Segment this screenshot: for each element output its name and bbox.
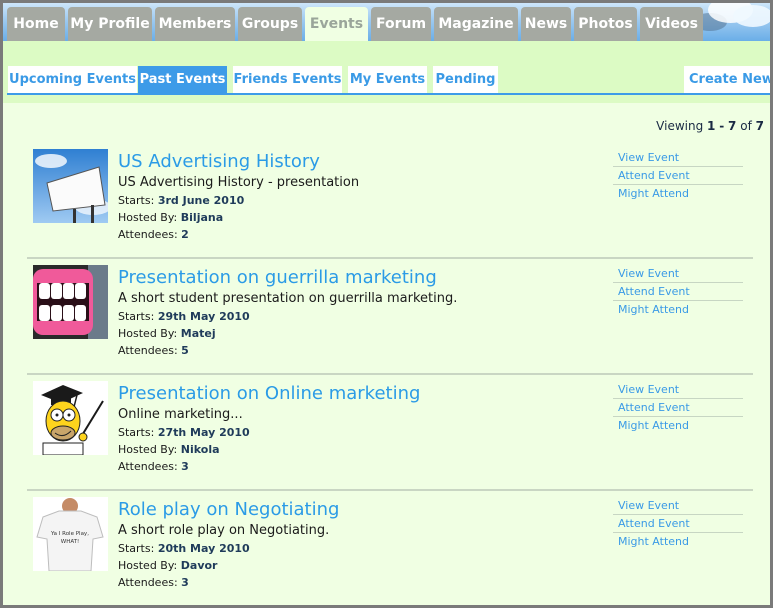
event-attendees: Attendees: 3: [118, 576, 189, 589]
top-navigation: Home My Profile Members Groups Events Fo…: [3, 3, 770, 41]
nav-tab-magazine[interactable]: Magazine: [434, 7, 518, 41]
nav-tab-my-profile[interactable]: My Profile: [68, 7, 152, 41]
nav-tab-members[interactable]: Members: [155, 7, 235, 41]
event-start-date: Starts: 27th May 2010: [118, 426, 250, 439]
event-title-link[interactable]: Presentation on Online marketing: [118, 383, 420, 404]
tab-upcoming-events[interactable]: Upcoming Events: [8, 66, 137, 93]
view-event-link[interactable]: View Event: [613, 149, 743, 167]
viewing-separator: -: [719, 119, 725, 133]
tab-past-events[interactable]: Past Events: [138, 66, 227, 93]
event-actions: View Event Attend Event Might Attend: [613, 381, 743, 435]
event-host: Hosted By: Davor: [118, 559, 218, 572]
event-description: Online marketing...: [118, 407, 243, 422]
tshirt-image: Ya I Role Play, WHAT!: [33, 497, 108, 571]
event-description: US Advertising History - presentation: [118, 175, 360, 190]
attend-event-link[interactable]: Attend Event: [613, 283, 743, 301]
tshirt-slogan-line1: Ya I Role Play,: [50, 531, 89, 537]
tab-pending[interactable]: Pending: [433, 66, 498, 93]
nav-tab-groups[interactable]: Groups: [238, 7, 302, 41]
events-page: Home My Profile Members Groups Events Fo…: [0, 0, 773, 608]
view-event-link[interactable]: View Event: [613, 265, 743, 283]
create-new-event-button[interactable]: Create New: [684, 66, 770, 93]
event-start-date: Starts: 20th May 2010: [118, 542, 250, 555]
event-row: Presentation on Online marketing Online …: [27, 375, 753, 491]
event-thumbnail-cartoon[interactable]: [33, 381, 108, 455]
event-attendees: Attendees: 5: [118, 344, 189, 357]
event-row: US Advertising History US Advertising Hi…: [27, 143, 753, 259]
event-row: Ya I Role Play, WHAT! Role play on Negot…: [27, 491, 753, 605]
attend-event-link[interactable]: Attend Event: [613, 399, 743, 417]
nav-tab-videos[interactable]: Videos: [640, 7, 703, 41]
event-attendees: Attendees: 3: [118, 460, 189, 473]
viewing-of: of: [740, 119, 752, 133]
event-title-link[interactable]: Role play on Negotiating: [118, 499, 339, 520]
nav-tab-news[interactable]: News: [521, 7, 571, 41]
tshirt-slogan-line2: WHAT!: [61, 539, 79, 545]
event-thumbnail-billboard[interactable]: [33, 149, 108, 223]
event-host: Hosted By: Biljana: [118, 211, 224, 224]
viewing-to: 7: [728, 119, 737, 133]
viewing-from: 1: [707, 119, 716, 133]
cartoon-professor-image: [33, 381, 108, 455]
nav-tab-photos[interactable]: Photos: [574, 7, 637, 41]
view-event-link[interactable]: View Event: [613, 381, 743, 399]
event-thumbnail-teeth[interactable]: [33, 265, 108, 339]
billboard-image: [33, 149, 108, 223]
event-host: Hosted By: Matej: [118, 327, 216, 340]
event-attendees: Attendees: 2: [118, 228, 189, 241]
might-attend-link[interactable]: Might Attend: [613, 417, 743, 435]
sky-cloud: [733, 5, 770, 27]
event-title-link[interactable]: US Advertising History: [118, 151, 320, 172]
teeth-image: [33, 265, 108, 339]
pagination-info: Viewing 1 - 7 of 7: [656, 119, 764, 133]
event-description: A short student presentation on guerrill…: [118, 291, 458, 306]
attend-event-link[interactable]: Attend Event: [613, 167, 743, 185]
event-description: A short role play on Negotiating.: [118, 523, 330, 538]
event-actions: View Event Attend Event Might Attend: [613, 497, 743, 551]
viewing-total: 7: [755, 119, 764, 133]
event-host: Hosted By: Nikola: [118, 443, 220, 456]
might-attend-link[interactable]: Might Attend: [613, 301, 743, 319]
sub-navigation-divider: [7, 93, 770, 95]
event-actions: View Event Attend Event Might Attend: [613, 149, 743, 203]
event-start-date: Starts: 29th May 2010: [118, 310, 250, 323]
nav-tab-home[interactable]: Home: [7, 7, 65, 41]
event-title-link[interactable]: Presentation on guerrilla marketing: [118, 267, 437, 288]
attend-event-link[interactable]: Attend Event: [613, 515, 743, 533]
nav-tab-forum[interactable]: Forum: [371, 7, 431, 41]
event-row: Presentation on guerrilla marketing A sh…: [27, 259, 753, 375]
nav-tab-events[interactable]: Events: [305, 7, 368, 41]
event-actions: View Event Attend Event Might Attend: [613, 265, 743, 319]
view-event-link[interactable]: View Event: [613, 497, 743, 515]
tab-friends-events[interactable]: Friends Events: [233, 66, 342, 93]
might-attend-link[interactable]: Might Attend: [613, 533, 743, 551]
event-start-date: Starts: 3rd June 2010: [118, 194, 245, 207]
viewing-label: Viewing: [656, 119, 704, 133]
tab-my-events[interactable]: My Events: [348, 66, 427, 93]
might-attend-link[interactable]: Might Attend: [613, 185, 743, 203]
event-thumbnail-tshirt[interactable]: Ya I Role Play, WHAT!: [33, 497, 108, 571]
